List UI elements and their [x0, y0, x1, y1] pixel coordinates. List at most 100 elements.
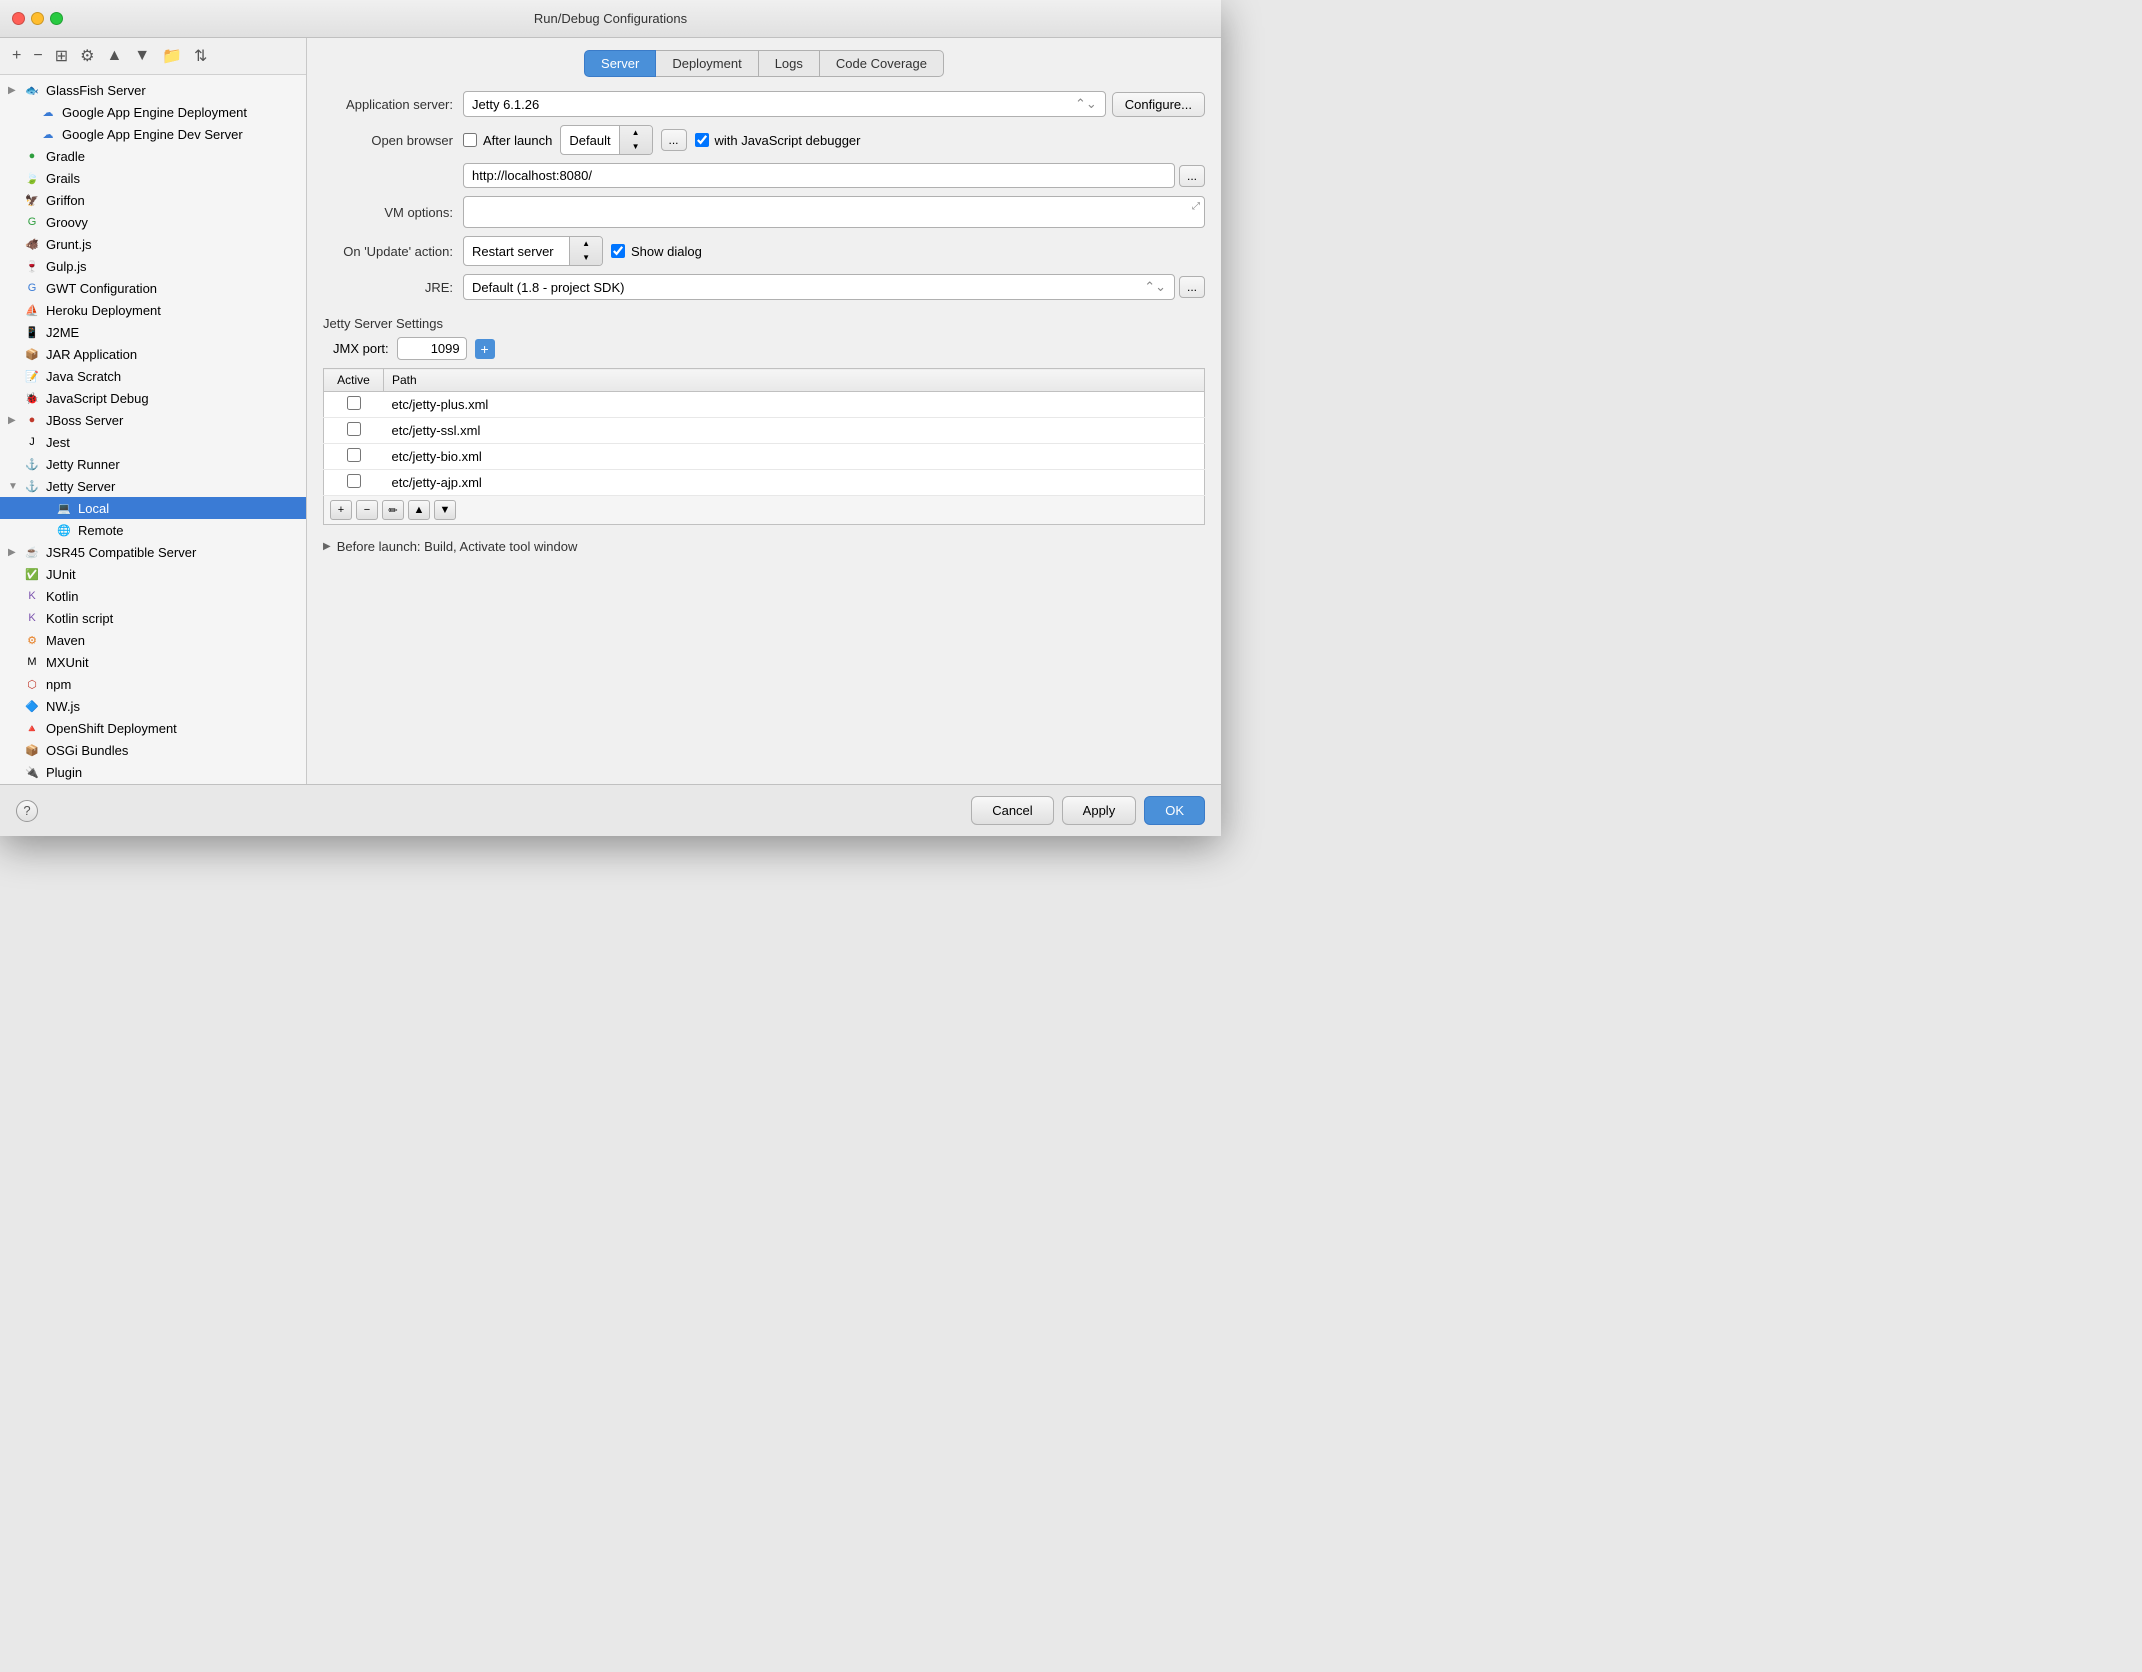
tab-server[interactable]: Server — [584, 50, 656, 77]
openshift-icon: 🔺 — [24, 720, 40, 736]
sidebar-item-glassfish[interactable]: ▶ 🐟 GlassFish Server — [0, 79, 306, 101]
vm-options-input[interactable] — [464, 201, 1204, 224]
sidebar-item-npm[interactable]: ⬡ npm — [0, 673, 306, 695]
ok-button[interactable]: OK — [1144, 796, 1205, 825]
browser-dots-button[interactable]: ... — [661, 129, 687, 151]
sidebar-item-mxunit[interactable]: M MXUnit — [0, 651, 306, 673]
js-debugger-checkbox-label[interactable]: with JavaScript debugger — [695, 133, 861, 148]
table-add-button[interactable]: + — [330, 500, 352, 520]
tabs-bar: Server Deployment Logs Code Coverage — [323, 50, 1205, 77]
sidebar-item-google-ae-deploy[interactable]: ☁ Google App Engine Deployment — [0, 101, 306, 123]
sidebar-item-jetty-server[interactable]: ▼ ⚓ Jetty Server — [0, 475, 306, 497]
move-up-button[interactable]: ▲ — [102, 45, 126, 67]
close-button[interactable] — [12, 12, 25, 25]
jmx-plus-button[interactable]: + — [475, 339, 495, 359]
sidebar-item-label: Jetty Server — [46, 479, 115, 494]
row-active-checkbox[interactable] — [347, 474, 361, 488]
move-down-button[interactable]: ▼ — [130, 45, 154, 67]
table-down-button[interactable]: ▼ — [434, 500, 456, 520]
mxunit-icon: M — [24, 654, 40, 670]
sidebar-item-jetty-runner[interactable]: ⚓ Jetty Runner — [0, 453, 306, 475]
sidebar-item-label: JSR45 Compatible Server — [46, 545, 196, 560]
sidebar-item-gwt[interactable]: G GWT Configuration — [0, 277, 306, 299]
jre-dots-button[interactable]: ... — [1179, 276, 1205, 298]
folder-button[interactable]: 📁 — [158, 44, 186, 68]
jre-value: Default (1.8 - project SDK) — [472, 280, 624, 295]
sidebar-item-label: J2ME — [46, 325, 79, 340]
tab-deployment[interactable]: Deployment — [656, 50, 758, 77]
sidebar-item-jboss[interactable]: ▶ ● JBoss Server — [0, 409, 306, 431]
url-input[interactable] — [463, 163, 1175, 188]
maven-icon: ⚙ — [24, 632, 40, 648]
sidebar-item-kotlin[interactable]: K Kotlin — [0, 585, 306, 607]
show-dialog-checkbox[interactable] — [611, 244, 625, 258]
sidebar-item-junit[interactable]: ✅ JUnit — [0, 563, 306, 585]
sidebar-item-osgi[interactable]: 📦 OSGi Bundles — [0, 739, 306, 761]
sidebar-item-gradle[interactable]: ● Gradle — [0, 145, 306, 167]
after-launch-checkbox[interactable] — [463, 133, 477, 147]
table-cell-active[interactable] — [324, 470, 384, 496]
jmx-port-input[interactable] — [397, 337, 467, 360]
sidebar-item-gruntjs[interactable]: 🐗 Grunt.js — [0, 233, 306, 255]
sidebar-item-jsr45[interactable]: ▶ ☕ JSR45 Compatible Server — [0, 541, 306, 563]
sidebar-item-openshift[interactable]: 🔺 OpenShift Deployment — [0, 717, 306, 739]
table-cell-active[interactable] — [324, 418, 384, 444]
before-launch-expand-icon[interactable]: ▶ — [323, 541, 331, 552]
sidebar-item-js-debug[interactable]: 🐞 JavaScript Debug — [0, 387, 306, 409]
sidebar-item-jar-app[interactable]: 📦 JAR Application — [0, 343, 306, 365]
tab-logs[interactable]: Logs — [759, 50, 820, 77]
maximize-button[interactable] — [50, 12, 63, 25]
table-cell-path: etc/jetty-ssl.xml — [384, 418, 1205, 444]
sidebar: + − ⊞ ⚙ ▲ ▼ 📁 ⇅ ▶ 🐟 GlassFish Server ☁ G… — [0, 38, 307, 784]
jre-select[interactable]: Default (1.8 - project SDK) ⌃⌄ — [463, 274, 1175, 300]
row-active-checkbox[interactable] — [347, 448, 361, 462]
row-active-checkbox[interactable] — [347, 396, 361, 410]
configure-button[interactable]: Configure... — [1112, 92, 1205, 117]
settings-button[interactable]: ⚙ — [76, 44, 98, 68]
sidebar-item-kotlin-script[interactable]: K Kotlin script — [0, 607, 306, 629]
url-dots-button[interactable]: ... — [1179, 165, 1205, 187]
sidebar-item-nwjs[interactable]: 🔷 NW.js — [0, 695, 306, 717]
remove-config-button[interactable]: − — [29, 45, 46, 67]
update-action-select[interactable]: Restart server ▲ ▼ — [463, 236, 603, 266]
after-launch-checkbox-label[interactable]: After launch — [463, 133, 552, 148]
sidebar-item-gulpjs[interactable]: 🍷 Gulp.js — [0, 255, 306, 277]
sidebar-item-heroku[interactable]: ⛵ Heroku Deployment — [0, 299, 306, 321]
browser-arrows: ▲ ▼ — [619, 126, 652, 154]
sidebar-item-grails[interactable]: 🍃 Grails — [0, 167, 306, 189]
sidebar-item-griffon[interactable]: 🦅 Griffon — [0, 189, 306, 211]
tab-code-coverage[interactable]: Code Coverage — [820, 50, 944, 77]
app-server-select[interactable]: Jetty 6.1.26 ⌃⌄ — [463, 91, 1106, 117]
local-icon: 💻 — [56, 500, 72, 516]
js-debugger-checkbox[interactable] — [695, 133, 709, 147]
browser-select[interactable]: Default ▲ ▼ — [560, 125, 652, 155]
jre-controls: Default (1.8 - project SDK) ⌃⌄ ... — [463, 274, 1205, 300]
apply-button[interactable]: Apply — [1062, 796, 1137, 825]
table-edit-button[interactable]: ✏ — [382, 500, 404, 520]
copy-config-button[interactable]: ⊞ — [51, 44, 72, 68]
bottom-right-buttons: Cancel Apply OK — [971, 796, 1205, 825]
cancel-button[interactable]: Cancel — [971, 796, 1053, 825]
sidebar-item-java-scratch[interactable]: 📝 Java Scratch — [0, 365, 306, 387]
vm-options-field[interactable]: ⤢ — [463, 196, 1205, 228]
sidebar-item-maven[interactable]: ⚙ Maven — [0, 629, 306, 651]
table-up-button[interactable]: ▲ — [408, 500, 430, 520]
sidebar-item-j2me[interactable]: 📱 J2ME — [0, 321, 306, 343]
add-config-button[interactable]: + — [8, 45, 25, 67]
sidebar-item-remote-jetty[interactable]: 🌐 Remote — [0, 519, 306, 541]
help-button[interactable]: ? — [16, 800, 38, 822]
table-cell-active[interactable] — [324, 444, 384, 470]
sidebar-item-plugin[interactable]: 🔌 Plugin — [0, 761, 306, 783]
sidebar-item-label: MXUnit — [46, 655, 89, 670]
sidebar-item-groovy[interactable]: G Groovy — [0, 211, 306, 233]
table-cell-active[interactable] — [324, 392, 384, 418]
show-dialog-label-wrap[interactable]: Show dialog — [611, 244, 702, 259]
minimize-button[interactable] — [31, 12, 44, 25]
sidebar-item-jest[interactable]: J Jest — [0, 431, 306, 453]
sidebar-item-local[interactable]: 💻 Local — [0, 497, 306, 519]
sort-button[interactable]: ⇅ — [190, 44, 211, 68]
sidebar-item-google-ae-dev[interactable]: ☁ Google App Engine Dev Server — [0, 123, 306, 145]
update-action-value: Restart server — [464, 241, 569, 262]
row-active-checkbox[interactable] — [347, 422, 361, 436]
table-remove-button[interactable]: − — [356, 500, 378, 520]
